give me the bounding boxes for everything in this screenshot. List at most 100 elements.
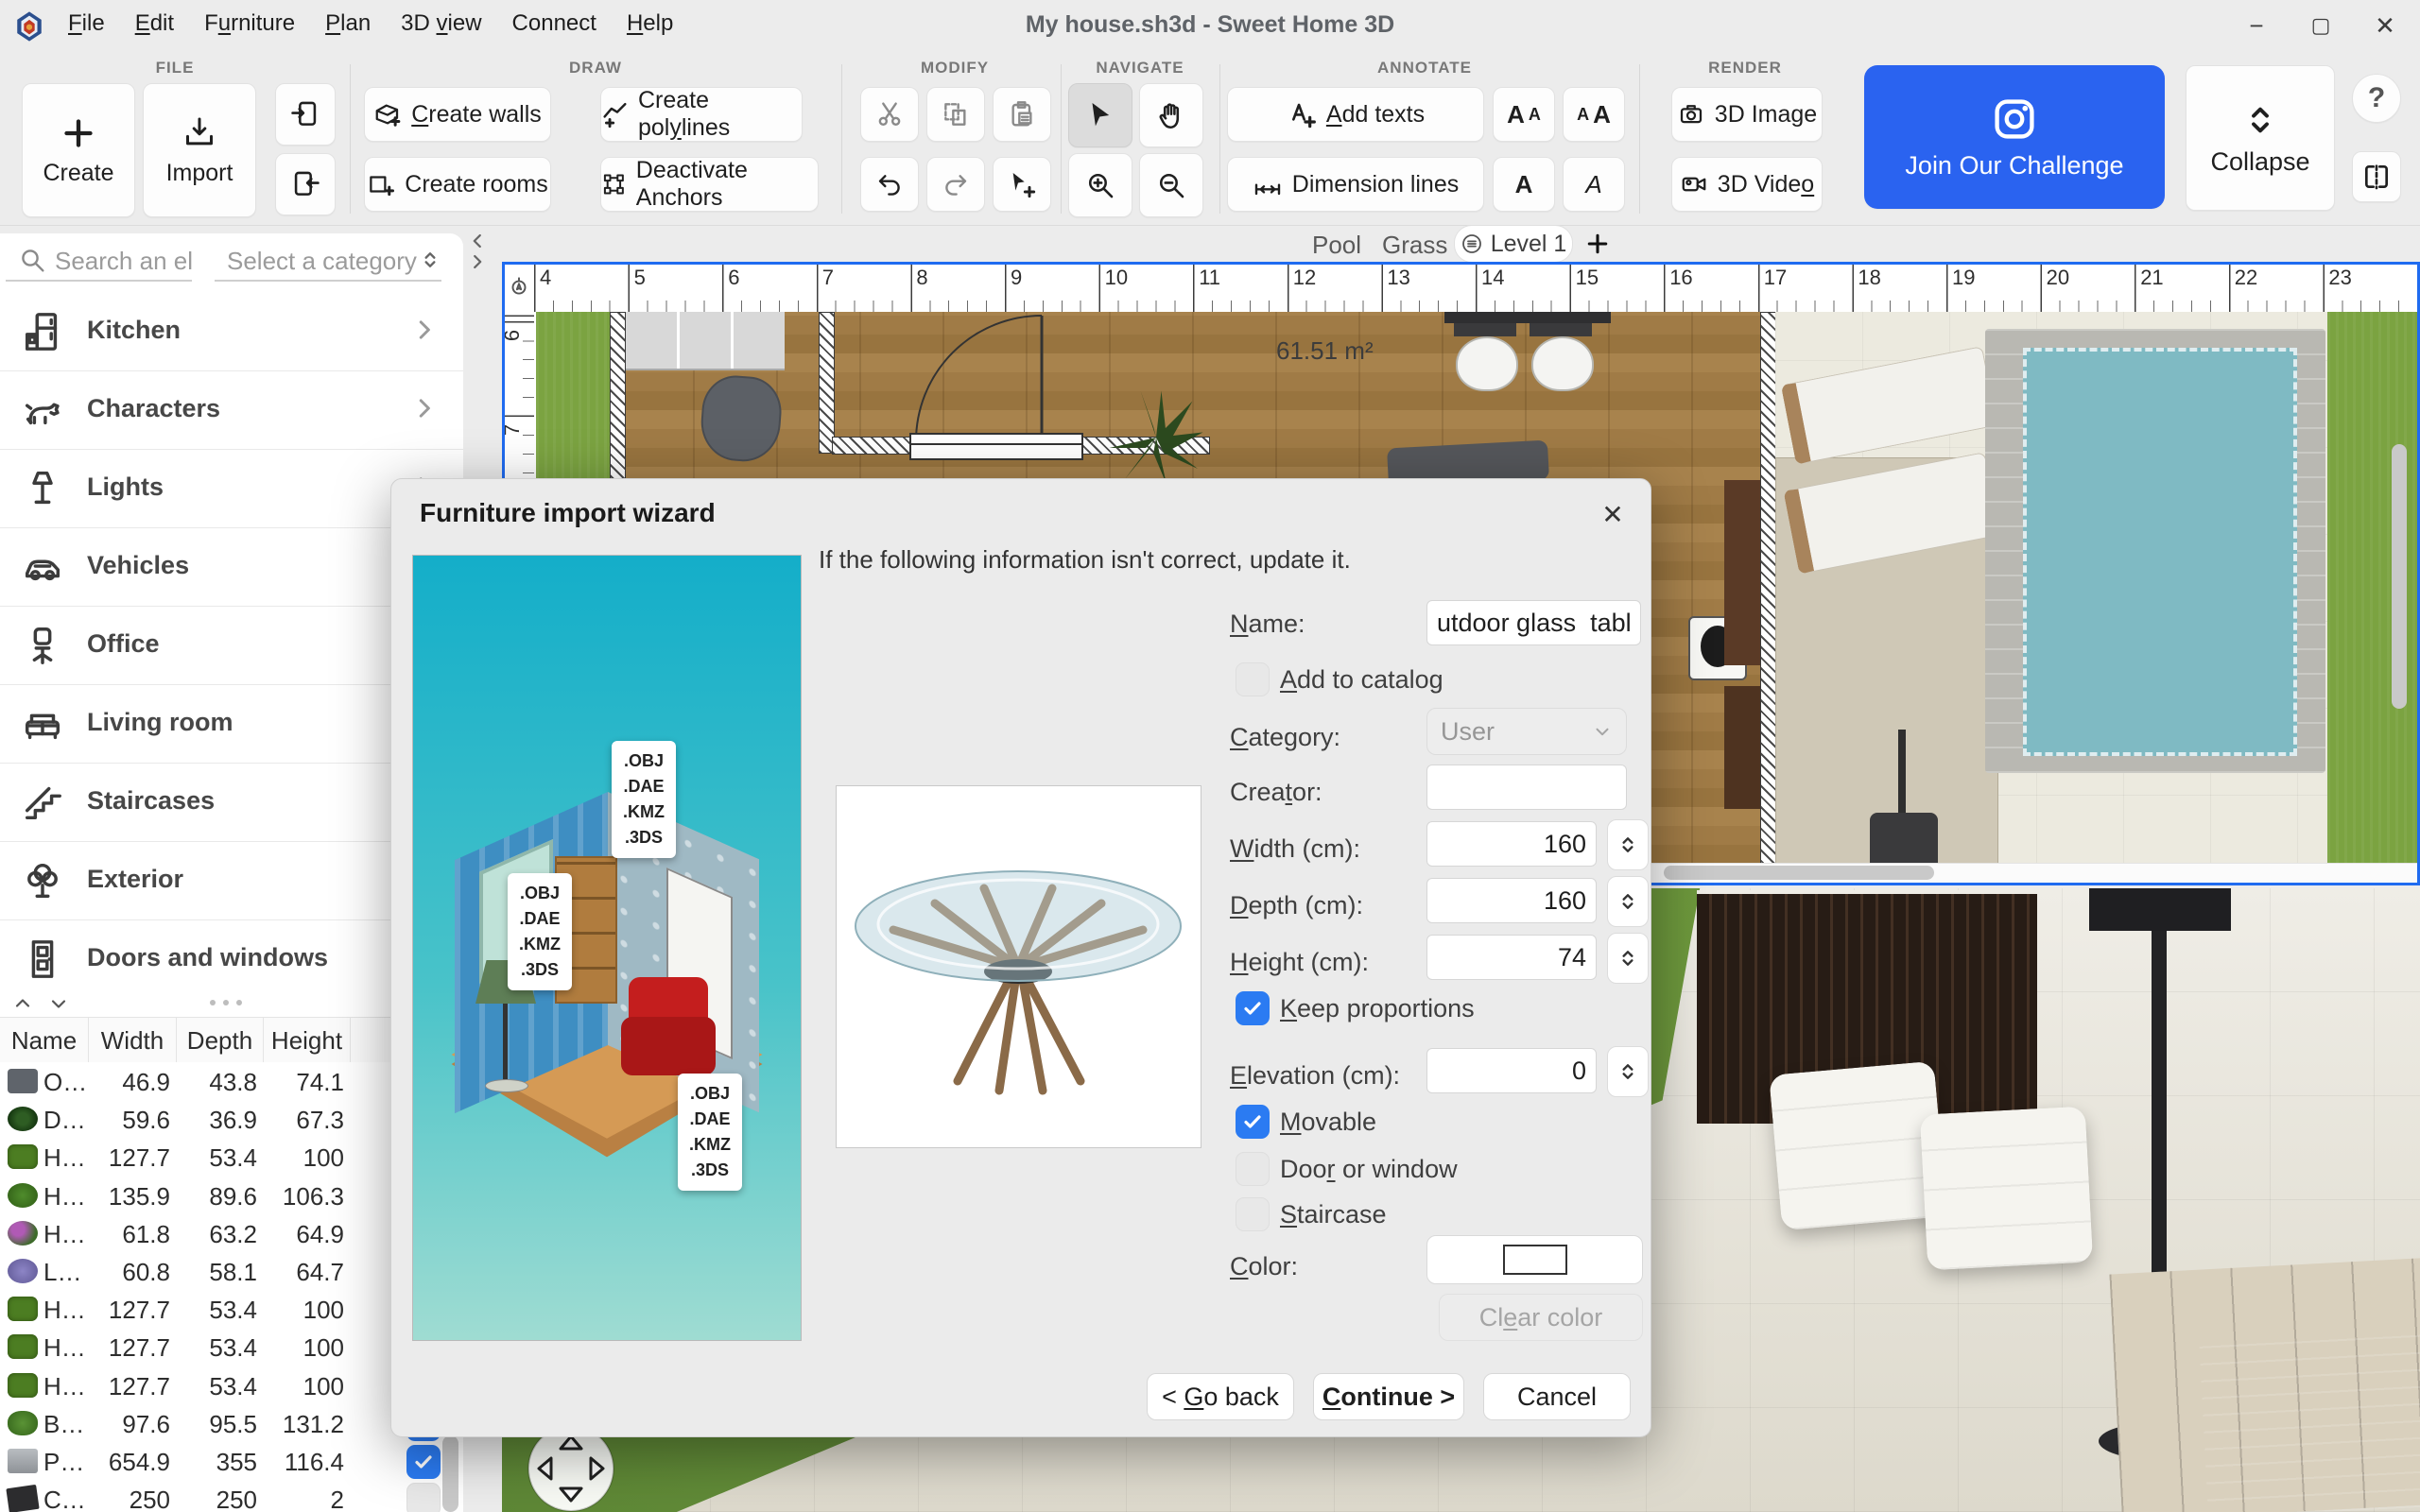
plan-horizontal-scrollbar[interactable] — [1664, 866, 1934, 880]
visible-checkbox[interactable] — [406, 1445, 441, 1479]
category-icon — [21, 388, 64, 432]
color-picker-button[interactable] — [1426, 1235, 1643, 1284]
redo-button[interactable] — [926, 157, 985, 212]
3d-video-button[interactable]: 3D Video — [1671, 157, 1823, 212]
category-label: Living room — [87, 708, 233, 737]
join-challenge-button[interactable]: Join Our Challenge — [1864, 65, 2165, 209]
keep-proportions-checkbox[interactable] — [1236, 991, 1270, 1025]
3d-image-button[interactable]: 3D Image — [1671, 87, 1823, 142]
tab-pool[interactable]: Pool — [1312, 231, 1361, 260]
elevation-input[interactable] — [1426, 1048, 1597, 1093]
glass-table-render — [837, 786, 1201, 1147]
plan-ruler-h: 4567891011121314151617181920212223 — [534, 265, 2417, 313]
ruler-number: 19 — [1952, 266, 1975, 290]
add-to-catalog-checkbox[interactable] — [1236, 662, 1270, 696]
tab-grass[interactable]: Grass — [1382, 231, 1447, 260]
sidebar-category-item[interactable]: Kitchen — [0, 293, 463, 371]
paste-button[interactable] — [993, 87, 1051, 142]
category-underline — [215, 280, 441, 282]
increase-text-size-button[interactable]: AA — [1493, 87, 1555, 142]
furniture-name: H… — [43, 1143, 86, 1173]
furniture-row[interactable]: C… 250 250 2 — [0, 1480, 463, 1512]
export-file-button[interactable] — [275, 153, 336, 215]
zoom-out-button[interactable] — [1139, 153, 1203, 217]
copy-button[interactable] — [926, 87, 985, 142]
furniture-name: L… — [43, 1258, 81, 1287]
category-dropdown[interactable]: User — [1426, 708, 1627, 755]
dialog-close-button[interactable]: ✕ — [1592, 494, 1634, 536]
maximize-button[interactable]: ▢ — [2290, 0, 2352, 51]
dimension-lines-button[interactable]: Dimension lines — [1227, 157, 1484, 212]
staircase-label: Staircase — [1280, 1200, 1387, 1229]
zoom-in-button[interactable] — [1068, 153, 1132, 217]
depth-input[interactable] — [1426, 878, 1597, 923]
pan-tool-button[interactable] — [1139, 83, 1203, 147]
create-rooms-button[interactable]: Create rooms — [364, 157, 551, 212]
furniture-depth: 53.4 — [176, 1333, 257, 1363]
width-input[interactable] — [1426, 821, 1597, 867]
search-input[interactable]: Search an ele... — [55, 247, 192, 276]
go-back-button[interactable]: < Go back — [1147, 1373, 1294, 1420]
elevation-stepper[interactable] — [1607, 1046, 1649, 1097]
close-button[interactable]: ✕ — [2354, 0, 2416, 51]
keep-proportions-label: Keep proportions — [1280, 994, 1475, 1023]
name-input[interactable] — [1426, 600, 1641, 645]
furniture-row[interactable]: P… 654.9 355 116.4 — [0, 1442, 463, 1480]
plan-vertical-scrollbar[interactable] — [2392, 444, 2407, 709]
category-spinner-icon[interactable] — [418, 248, 442, 272]
movable-checkbox[interactable] — [1236, 1105, 1270, 1139]
add-level-button[interactable] — [1581, 227, 1615, 261]
model-3d-preview[interactable] — [836, 785, 1201, 1148]
collapse-toolbar-button[interactable]: Collapse — [2186, 65, 2335, 211]
import-label: Import — [166, 160, 233, 187]
height-input[interactable] — [1426, 935, 1597, 980]
creator-input[interactable] — [1426, 765, 1627, 810]
modify-point-button[interactable] — [993, 157, 1051, 212]
category-select[interactable]: Select a category — [227, 247, 417, 276]
italic-text-button[interactable]: A — [1563, 157, 1625, 212]
depth-stepper[interactable] — [1607, 876, 1649, 927]
furniture-name: H… — [43, 1182, 86, 1211]
visible-checkbox[interactable] — [406, 1483, 441, 1512]
tab-level-1[interactable]: Level 1 — [1454, 225, 1573, 263]
sidebar-category-item[interactable]: Characters — [0, 371, 463, 450]
cancel-button[interactable]: Cancel — [1483, 1373, 1631, 1420]
undo-button[interactable] — [860, 157, 919, 212]
help-button[interactable]: ? — [2352, 74, 2401, 123]
create-button[interactable]: Create — [22, 83, 135, 217]
creator-label: Creator: — [1230, 778, 1322, 807]
continue-label: Continue > — [1322, 1383, 1455, 1412]
splitter-down-icon[interactable] — [47, 992, 70, 1015]
ruler-number: 21 — [2140, 266, 2163, 290]
clear-color-button[interactable]: Clear color — [1439, 1294, 1643, 1341]
column-header-name[interactable]: Name — [0, 1018, 89, 1063]
decrease-text-size-button[interactable]: AA — [1563, 87, 1625, 142]
deactivate-anchors-button[interactable]: Deactivate Anchors — [600, 157, 819, 212]
column-header-height[interactable]: Height — [264, 1018, 351, 1063]
width-stepper[interactable] — [1607, 819, 1649, 870]
import-file-button[interactable] — [275, 83, 336, 146]
continue-button[interactable]: Continue > — [1313, 1373, 1464, 1420]
import-button[interactable]: Import — [143, 83, 256, 217]
column-header-width[interactable]: Width — [89, 1018, 177, 1063]
table-vertical-scrollbar[interactable] — [442, 1435, 458, 1512]
create-polylines-button[interactable]: Create polylines — [600, 87, 803, 142]
splitter-up-icon[interactable] — [11, 992, 34, 1015]
panel-splitter-toggle[interactable] — [467, 231, 488, 272]
split-view-button[interactable] — [2352, 151, 2401, 202]
depth-label: Depth (cm): — [1230, 891, 1363, 920]
bold-text-button[interactable]: A — [1493, 157, 1555, 212]
column-header-depth[interactable]: Depth — [177, 1018, 264, 1063]
create-walls-button[interactable]: Create walls — [364, 87, 551, 142]
minimize-button[interactable]: − — [2225, 0, 2288, 51]
category-icon — [21, 467, 64, 510]
height-stepper[interactable] — [1607, 933, 1649, 984]
staircase-checkbox[interactable] — [1236, 1197, 1270, 1231]
add-texts-button[interactable]: Add texts — [1227, 87, 1484, 142]
cut-button[interactable] — [860, 87, 919, 142]
furniture-width: 127.7 — [89, 1296, 170, 1325]
select-tool-button[interactable] — [1068, 83, 1132, 147]
category-label: Office — [87, 629, 160, 659]
door-or-window-checkbox[interactable] — [1236, 1152, 1270, 1186]
zoom-out-icon — [1155, 169, 1187, 201]
